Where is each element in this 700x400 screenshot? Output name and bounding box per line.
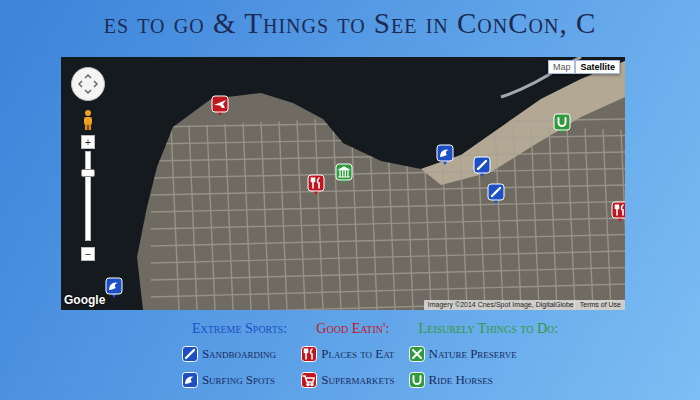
- map-controls: +−: [71, 67, 105, 261]
- legend-item[interactable]: Ride Horses: [409, 370, 559, 390]
- surfing-icon: [436, 144, 454, 166]
- map-attribution: Imagery ©2014 Cnes/Spot Image, DigitalGl…: [424, 300, 625, 310]
- nature-icon: [409, 346, 425, 362]
- zoom-slider[interactable]: [85, 151, 91, 241]
- supermarket-icon: [301, 372, 317, 388]
- legend: Extreme Sports: Sandboarding Surfing Spots…: [182, 320, 558, 390]
- legend-item[interactable]: Places to Eat: [301, 344, 394, 364]
- legend-item[interactable]: Supermarkets: [301, 370, 394, 390]
- map-pin[interactable]: [611, 201, 625, 223]
- map-pin[interactable]: [105, 277, 123, 299]
- museum-icon: [335, 163, 353, 185]
- horse-icon: [409, 372, 425, 388]
- sandboarding-icon: [473, 156, 491, 178]
- page: es to go & Things to See in ConCon, C+−M…: [0, 0, 700, 400]
- zoom-out-button[interactable]: −: [81, 247, 95, 261]
- eat-icon: [301, 346, 317, 362]
- map-pin[interactable]: [473, 156, 491, 178]
- pegman-icon: [80, 109, 96, 131]
- legend-column: Leisurely Things to Do: Nature Preserve Ri…: [409, 320, 559, 390]
- pan-arrows-icon: [77, 73, 99, 95]
- imagery-credit: Imagery ©2014 Cnes/Spot Image, DigitalGl…: [428, 300, 574, 310]
- map-pin[interactable]: [436, 144, 454, 166]
- eat-icon: [307, 174, 325, 196]
- zoom-in-button[interactable]: +: [81, 135, 95, 149]
- street-view-pegman[interactable]: [80, 109, 96, 131]
- airport-icon: [211, 95, 229, 117]
- map-pin[interactable]: [553, 113, 571, 135]
- legend-column: Good Eatin': Places to Eat Supermarkets: [301, 320, 394, 390]
- legend-item[interactable]: Nature Preserve: [409, 344, 559, 364]
- eat-icon: [611, 201, 625, 223]
- sandboarding-icon: [487, 183, 505, 205]
- surfing-icon: [182, 372, 198, 388]
- google-logo: Google: [64, 293, 105, 307]
- zoom-handle[interactable]: [81, 169, 95, 177]
- pan-control[interactable]: [71, 67, 105, 101]
- legend-column: Extreme Sports: Sandboarding Surfing Spots: [182, 320, 287, 390]
- page-title: es to go & Things to See in ConCon, C: [104, 4, 597, 42]
- map[interactable]: +−MapSatelliteGoogleImagery ©2014 Cnes/S…: [61, 57, 625, 310]
- surfing-icon: [105, 277, 123, 299]
- map-pin[interactable]: [335, 163, 353, 185]
- horse-icon: [553, 113, 571, 135]
- satellite-imagery: [61, 57, 625, 310]
- map-type-button[interactable]: Satellite: [575, 60, 620, 74]
- legend-item[interactable]: Sandboarding: [182, 344, 287, 364]
- legend-heading: Extreme Sports:: [182, 320, 287, 338]
- map-type-button[interactable]: Map: [548, 60, 576, 74]
- terms-link[interactable]: Terms of Use: [580, 300, 621, 310]
- map-pin[interactable]: [487, 183, 505, 205]
- sandboarding-icon: [182, 346, 198, 362]
- legend-item[interactable]: Surfing Spots: [182, 370, 287, 390]
- legend-heading: Good Eatin':: [301, 320, 394, 338]
- map-pin[interactable]: [211, 95, 229, 117]
- legend-heading: Leisurely Things to Do:: [409, 320, 559, 338]
- map-pin[interactable]: [307, 174, 325, 196]
- map-type-bar: MapSatellite: [548, 60, 620, 74]
